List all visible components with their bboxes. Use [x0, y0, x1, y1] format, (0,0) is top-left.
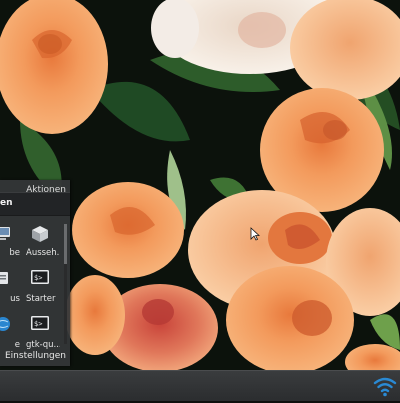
mouse-cursor-icon [250, 226, 261, 245]
menu-scrollbar[interactable] [64, 224, 67, 344]
wifi-icon[interactable] [372, 373, 398, 403]
menu-item-appearance[interactable]: be [0, 220, 20, 266]
settings-button[interactable]: Einstellungen [5, 351, 66, 361]
menu-app-grid: be Ausseh... us $> Starter e [0, 220, 64, 350]
menu-item-preferences[interactable]: us [0, 266, 20, 312]
taskbar [0, 370, 400, 401]
svg-text:$>: $> [34, 320, 42, 328]
svg-text:$>: $> [34, 274, 42, 282]
appearance-icon [0, 224, 12, 245]
application-menu: Aktionen en be Ausseh... us $> [0, 180, 70, 366]
terminal-icon: $> [31, 270, 49, 287]
cube-icon [30, 224, 50, 247]
menu-scrollbar-thumb[interactable] [64, 224, 67, 264]
menu-heading-bar: en [0, 192, 70, 216]
menu-item-aussehen[interactable]: Ausseh... [26, 220, 60, 266]
menu-heading: en [0, 198, 13, 208]
terminal-icon: $> [31, 316, 49, 333]
menu-item-starter[interactable]: $> Starter [26, 266, 60, 312]
globe-icon [0, 316, 11, 335]
preferences-icon [0, 270, 11, 289]
